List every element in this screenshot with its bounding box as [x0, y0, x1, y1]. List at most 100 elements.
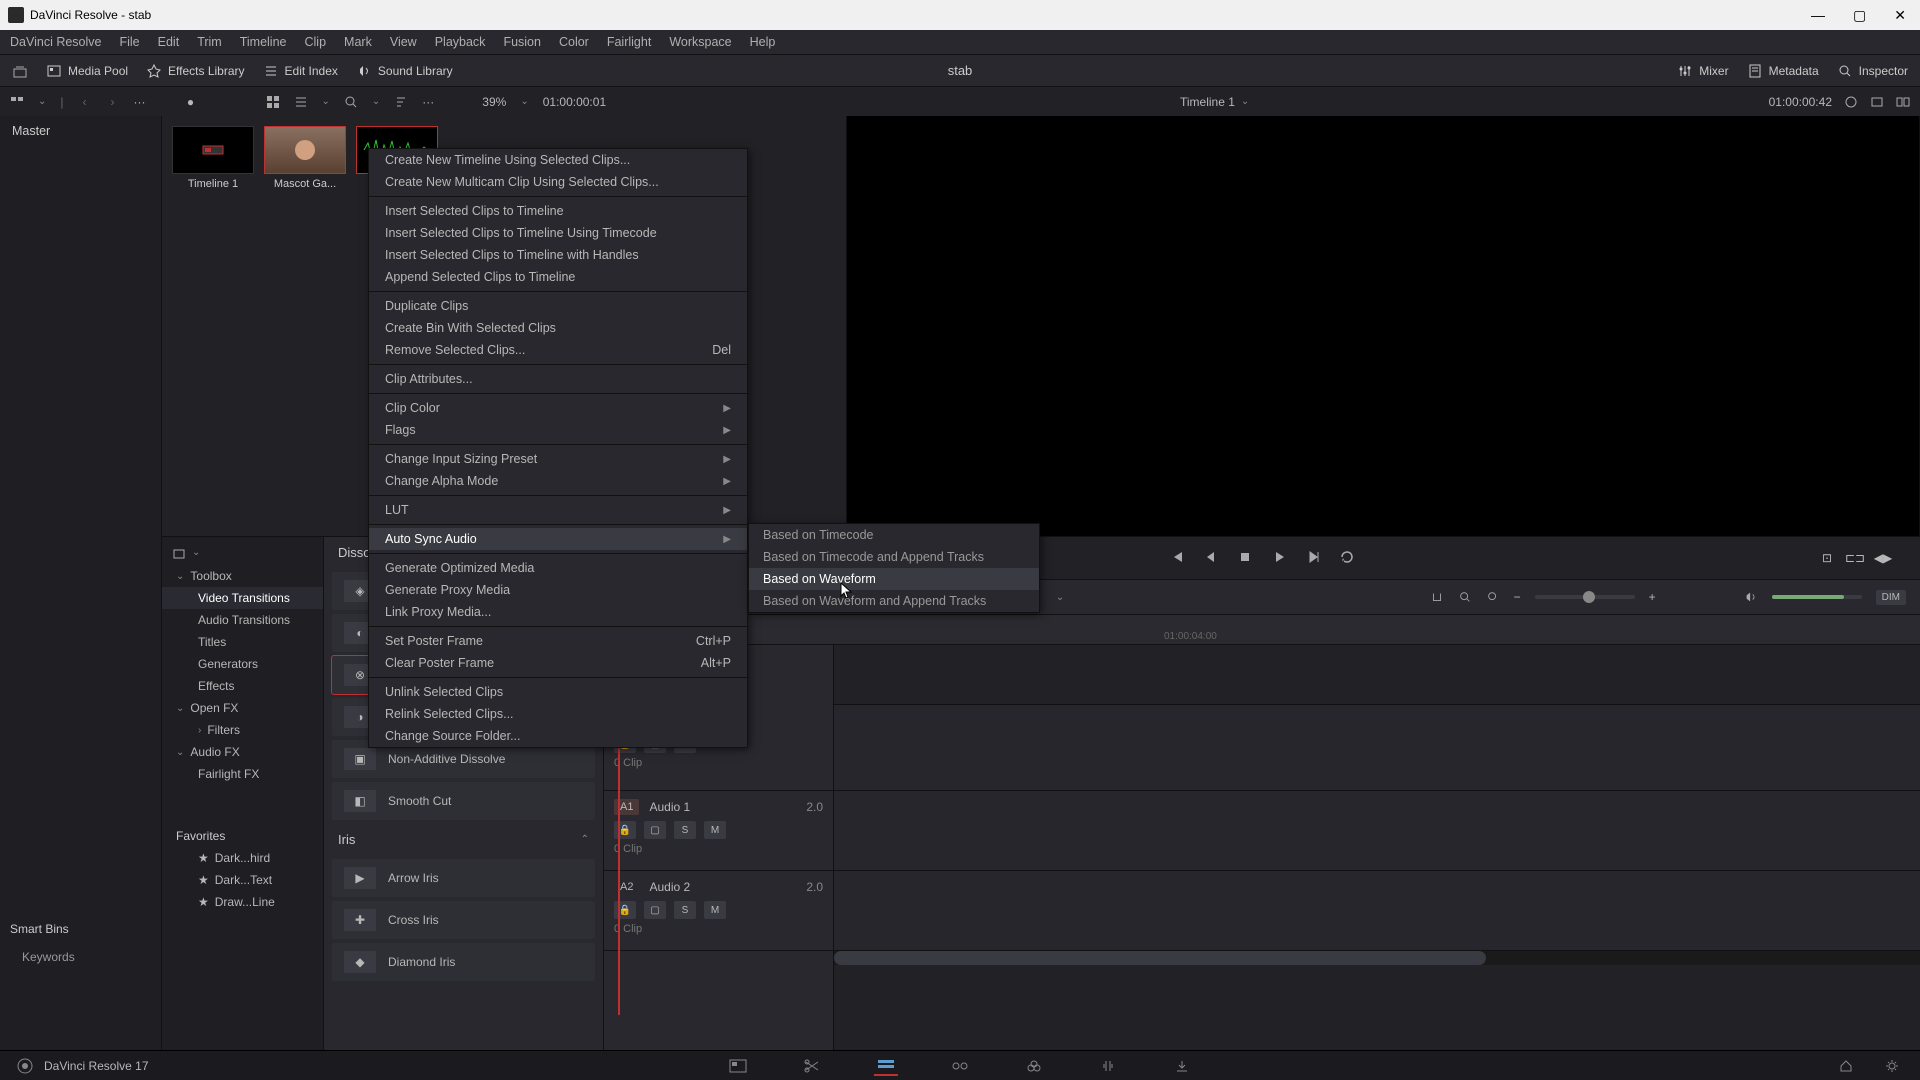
stop-icon[interactable] — [1237, 549, 1253, 568]
menu-playback[interactable]: Playback — [435, 35, 486, 49]
chevron-down-icon[interactable]: ⌄ — [372, 96, 380, 107]
prev-frame-icon[interactable] — [1203, 549, 1219, 568]
chevron-down-icon[interactable]: ⌄ — [322, 96, 330, 107]
ctx-link-proxy[interactable]: Link Proxy Media... — [369, 601, 747, 623]
chevron-down-icon[interactable]: ⌄ — [1241, 96, 1249, 107]
fx-fairlight[interactable]: Fairlight FX — [162, 763, 323, 785]
track-header-a2[interactable]: A2Audio 22.0 🔒 ▢ S M 0 Clip — [604, 871, 833, 951]
fx-effects[interactable]: Effects — [162, 675, 323, 697]
menu-edit[interactable]: Edit — [158, 35, 180, 49]
maximize-icon[interactable]: ▢ — [1847, 5, 1872, 26]
zoom-out-icon[interactable]: − — [1514, 590, 1521, 604]
first-frame-icon[interactable] — [1169, 549, 1185, 568]
marker-icon[interactable]: ◀▶ — [1876, 551, 1890, 565]
thumbnail-view-icon[interactable] — [266, 95, 280, 109]
ctx-set-poster[interactable]: Set Poster FrameCtrl+P — [369, 630, 747, 652]
trans-smooth-cut[interactable]: ◧Smooth Cut — [332, 782, 595, 820]
timeline-name[interactable]: Timeline 1 — [1180, 95, 1235, 109]
settings-icon[interactable] — [1880, 1056, 1904, 1076]
next-icon[interactable]: › — [106, 95, 120, 109]
record-icon[interactable]: ● — [184, 95, 198, 109]
fx-titles[interactable]: Titles — [162, 631, 323, 653]
cut-page-icon[interactable] — [800, 1056, 824, 1076]
solo-button[interactable]: S — [674, 821, 696, 839]
ctx-auto-sync-audio[interactable]: Auto Sync Audio▶ — [369, 528, 747, 550]
ctx-remove[interactable]: Remove Selected Clips...Del — [369, 339, 747, 361]
ctx-create-timeline[interactable]: Create New Timeline Using Selected Clips… — [369, 149, 747, 171]
menu-workspace[interactable]: Workspace — [669, 35, 731, 49]
fx-view-icon[interactable] — [172, 547, 186, 561]
track-header-a1[interactable]: A1Audio 12.0 🔒 ▢ S M 0 Clip — [604, 791, 833, 871]
menu-help[interactable]: Help — [750, 35, 776, 49]
ctx-change-source[interactable]: Change Source Folder... — [369, 725, 747, 747]
loop-icon[interactable] — [1339, 549, 1355, 568]
fx-audiofx[interactable]: ⌄Audio FX — [162, 741, 323, 763]
next-frame-icon[interactable] — [1305, 549, 1321, 568]
menu-view[interactable]: View — [390, 35, 417, 49]
timeline-hscroll[interactable] — [834, 951, 1920, 965]
dim-button[interactable]: DIM — [1876, 590, 1906, 605]
edit-index-button[interactable]: Edit Index — [263, 63, 338, 79]
list-view-icon[interactable] — [294, 95, 308, 109]
track-body[interactable] — [834, 645, 1920, 1050]
trans-diamond-iris[interactable]: ◆Diamond Iris — [332, 943, 595, 981]
fusion-page-icon[interactable] — [948, 1056, 972, 1076]
close-icon[interactable]: ✕ — [1888, 5, 1912, 26]
ctx-input-sizing[interactable]: Change Input Sizing Preset▶ — [369, 448, 747, 470]
ctx-relink[interactable]: Relink Selected Clips... — [369, 703, 747, 725]
home-icon[interactable] — [1834, 1056, 1858, 1076]
sub-waveform-append[interactable]: Based on Waveform and Append Tracks — [749, 590, 1039, 612]
ctx-insert-clips[interactable]: Insert Selected Clips to Timeline — [369, 200, 747, 222]
zoom-in-icon[interactable]: + — [1649, 590, 1656, 604]
ctx-append-clips[interactable]: Append Selected Clips to Timeline — [369, 266, 747, 288]
menu-timeline[interactable]: Timeline — [240, 35, 287, 49]
sound-library-button[interactable]: Sound Library — [356, 63, 453, 79]
ctx-insert-timecode[interactable]: Insert Selected Clips to Timeline Using … — [369, 222, 747, 244]
ctx-insert-handles[interactable]: Insert Selected Clips to Timeline with H… — [369, 244, 747, 266]
auto-select-icon[interactable]: ▢ — [644, 821, 666, 839]
iris-header[interactable]: Iris⌃ — [324, 824, 603, 855]
ctx-create-multicam[interactable]: Create New Multicam Clip Using Selected … — [369, 171, 747, 193]
single-viewer-icon[interactable] — [1870, 95, 1884, 109]
metadata-button[interactable]: Metadata — [1747, 63, 1819, 79]
chevron-up-icon[interactable]: ⌃ — [581, 834, 589, 845]
media-pool-button[interactable]: Media Pool — [46, 63, 128, 79]
menu-mark[interactable]: Mark — [344, 35, 372, 49]
ctx-clip-color[interactable]: Clip Color▶ — [369, 397, 747, 419]
volume-icon[interactable] — [1744, 590, 1758, 604]
expand-icon[interactable] — [12, 63, 28, 79]
mute-button[interactable]: M — [704, 821, 726, 839]
menu-trim[interactable]: Trim — [197, 35, 222, 49]
clip-mascot[interactable]: Mascot Ga... — [264, 126, 346, 190]
deliver-page-icon[interactable] — [1170, 1056, 1194, 1076]
ctx-unlink[interactable]: Unlink Selected Clips — [369, 681, 747, 703]
smart-bin-keywords[interactable]: Keywords — [0, 944, 161, 970]
dual-viewer-icon[interactable] — [1896, 95, 1910, 109]
ctx-create-bin[interactable]: Create Bin With Selected Clips — [369, 317, 747, 339]
menu-color[interactable]: Color — [559, 35, 589, 49]
search-icon[interactable] — [344, 95, 358, 109]
play-icon[interactable] — [1271, 549, 1287, 568]
search-icon[interactable] — [1458, 590, 1472, 604]
in-out-icon[interactable]: ⊏⊐ — [1848, 551, 1862, 565]
solo-button[interactable]: S — [674, 901, 696, 919]
fav-item[interactable]: ★Draw...Line — [162, 891, 323, 913]
fav-item[interactable]: ★Dark...Text — [162, 869, 323, 891]
bin-list-icon[interactable] — [10, 95, 24, 109]
ctx-gen-proxy[interactable]: Generate Proxy Media — [369, 579, 747, 601]
fairlight-page-icon[interactable] — [1096, 1056, 1120, 1076]
auto-select-icon[interactable]: ▢ — [644, 901, 666, 919]
ctx-duplicate[interactable]: Duplicate Clips — [369, 295, 747, 317]
bypass-icon[interactable] — [1844, 95, 1858, 109]
menu-file[interactable]: File — [119, 35, 139, 49]
ctx-clear-poster[interactable]: Clear Poster FrameAlt+P — [369, 652, 747, 674]
effects-library-button[interactable]: Effects Library — [146, 63, 244, 79]
chevron-down-icon[interactable]: ⌄ — [38, 96, 46, 107]
zoom-percent[interactable]: 39% — [482, 95, 506, 109]
mixer-button[interactable]: Mixer — [1677, 63, 1728, 79]
menu-davinci[interactable]: DaVinci Resolve — [10, 35, 101, 49]
inspector-button[interactable]: Inspector — [1837, 63, 1908, 79]
media-page-icon[interactable] — [726, 1056, 750, 1076]
trans-arrow-iris[interactable]: ▶Arrow Iris — [332, 859, 595, 897]
ctx-gen-optimized[interactable]: Generate Optimized Media — [369, 557, 747, 579]
